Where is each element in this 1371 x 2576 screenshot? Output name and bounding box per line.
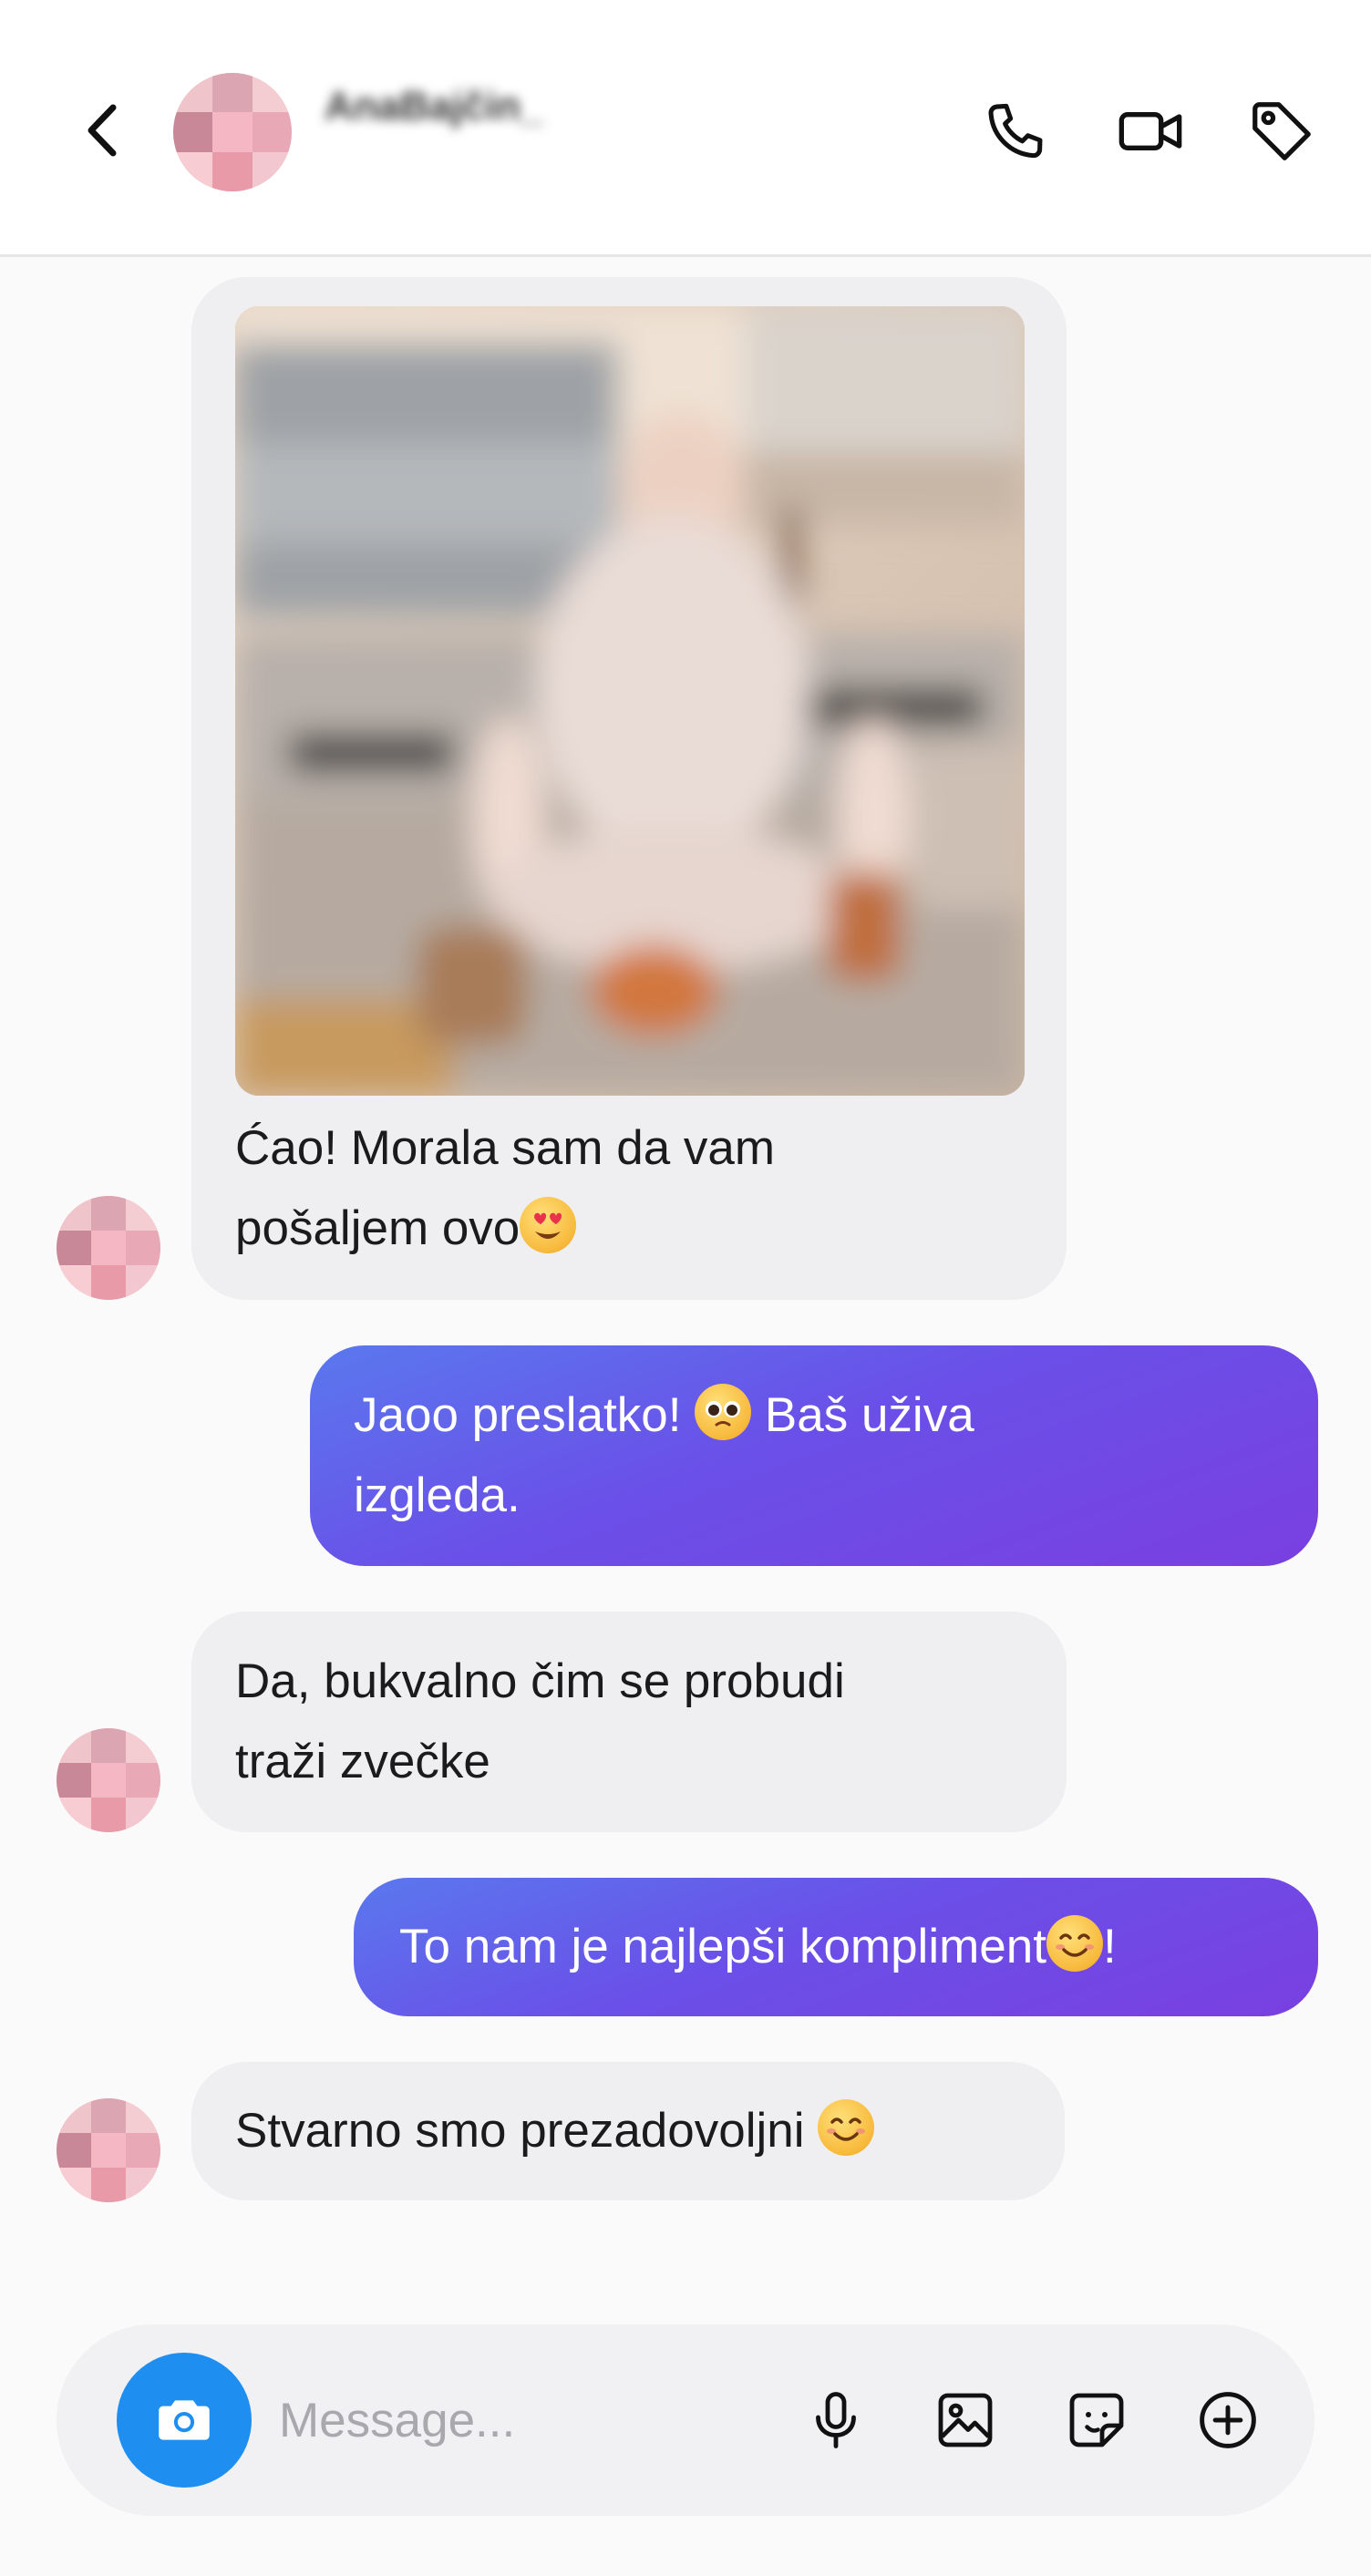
voice-message-button[interactable] [795,2379,877,2461]
outgoing-message-bubble[interactable]: Jaoo preslatko! Baš uživa izgleda. [310,1345,1318,1566]
sticker-button[interactable] [1056,2379,1138,2461]
message-line: pošaljem ovo [235,1189,1023,1269]
avatar[interactable] [173,73,292,191]
smiling-face-emoji [1046,1915,1103,1972]
chat-header: AnaBajčin_ [0,0,1371,257]
incoming-message-bubble[interactable]: Da, bukvalno čim se probudi traži zvečke [191,1612,1067,1832]
microphone-icon [816,2392,856,2448]
message-text: Ćao! Morala sam da vam pošaljem ovo [191,1108,1067,1291]
smiling-face-emoji [818,2099,875,2156]
message-text: To nam je najlepši kompliment [399,1920,1046,1973]
message-text: Stvarno smo prezadovoljni [235,2104,819,2158]
camera-icon [159,2400,210,2440]
video-call-button[interactable] [1114,95,1187,168]
message-text: ! [1102,1920,1117,1973]
heart-eyes-emoji [520,1197,577,1253]
avatar[interactable] [57,1196,160,1300]
pleading-face-emoji [695,1384,752,1440]
photo-content [235,306,1025,1096]
message-line: izgleda. [354,1468,521,1522]
plus-circle-icon [1200,2392,1256,2448]
gallery-button[interactable] [924,2379,1006,2461]
message-line: Ćao! Morala sam da vam [235,1121,776,1175]
avatar[interactable] [57,1728,160,1832]
incoming-message-bubble[interactable]: Stvarno smo prezadovoljni [191,2062,1065,2200]
image-icon [938,2393,993,2447]
more-options-button[interactable] [1187,2379,1269,2461]
voice-call-button[interactable] [979,95,1052,168]
contact-username[interactable]: AnaBajčin_ [325,84,543,129]
outgoing-message-bubble[interactable]: To nam je najlepši kompliment! [354,1878,1318,2016]
video-camera-icon [1118,112,1182,150]
tag-icon [1252,102,1311,160]
avatar[interactable] [57,2098,160,2202]
message-line: Jaoo preslatko! Baš uživa [354,1376,1274,1456]
message-composer [57,2324,1314,2516]
chevron-left-icon [88,104,117,157]
shared-photo[interactable] [235,306,1025,1096]
sticker-icon [1069,2393,1124,2447]
message-line: traži zvečke [235,1735,490,1788]
message-line: Da, bukvalno čim se probudi [235,1654,845,1708]
phone-icon [988,103,1043,159]
tag-button[interactable] [1245,95,1318,168]
back-button[interactable] [75,98,129,162]
camera-button[interactable] [117,2353,252,2488]
message-input[interactable] [279,2388,753,2452]
